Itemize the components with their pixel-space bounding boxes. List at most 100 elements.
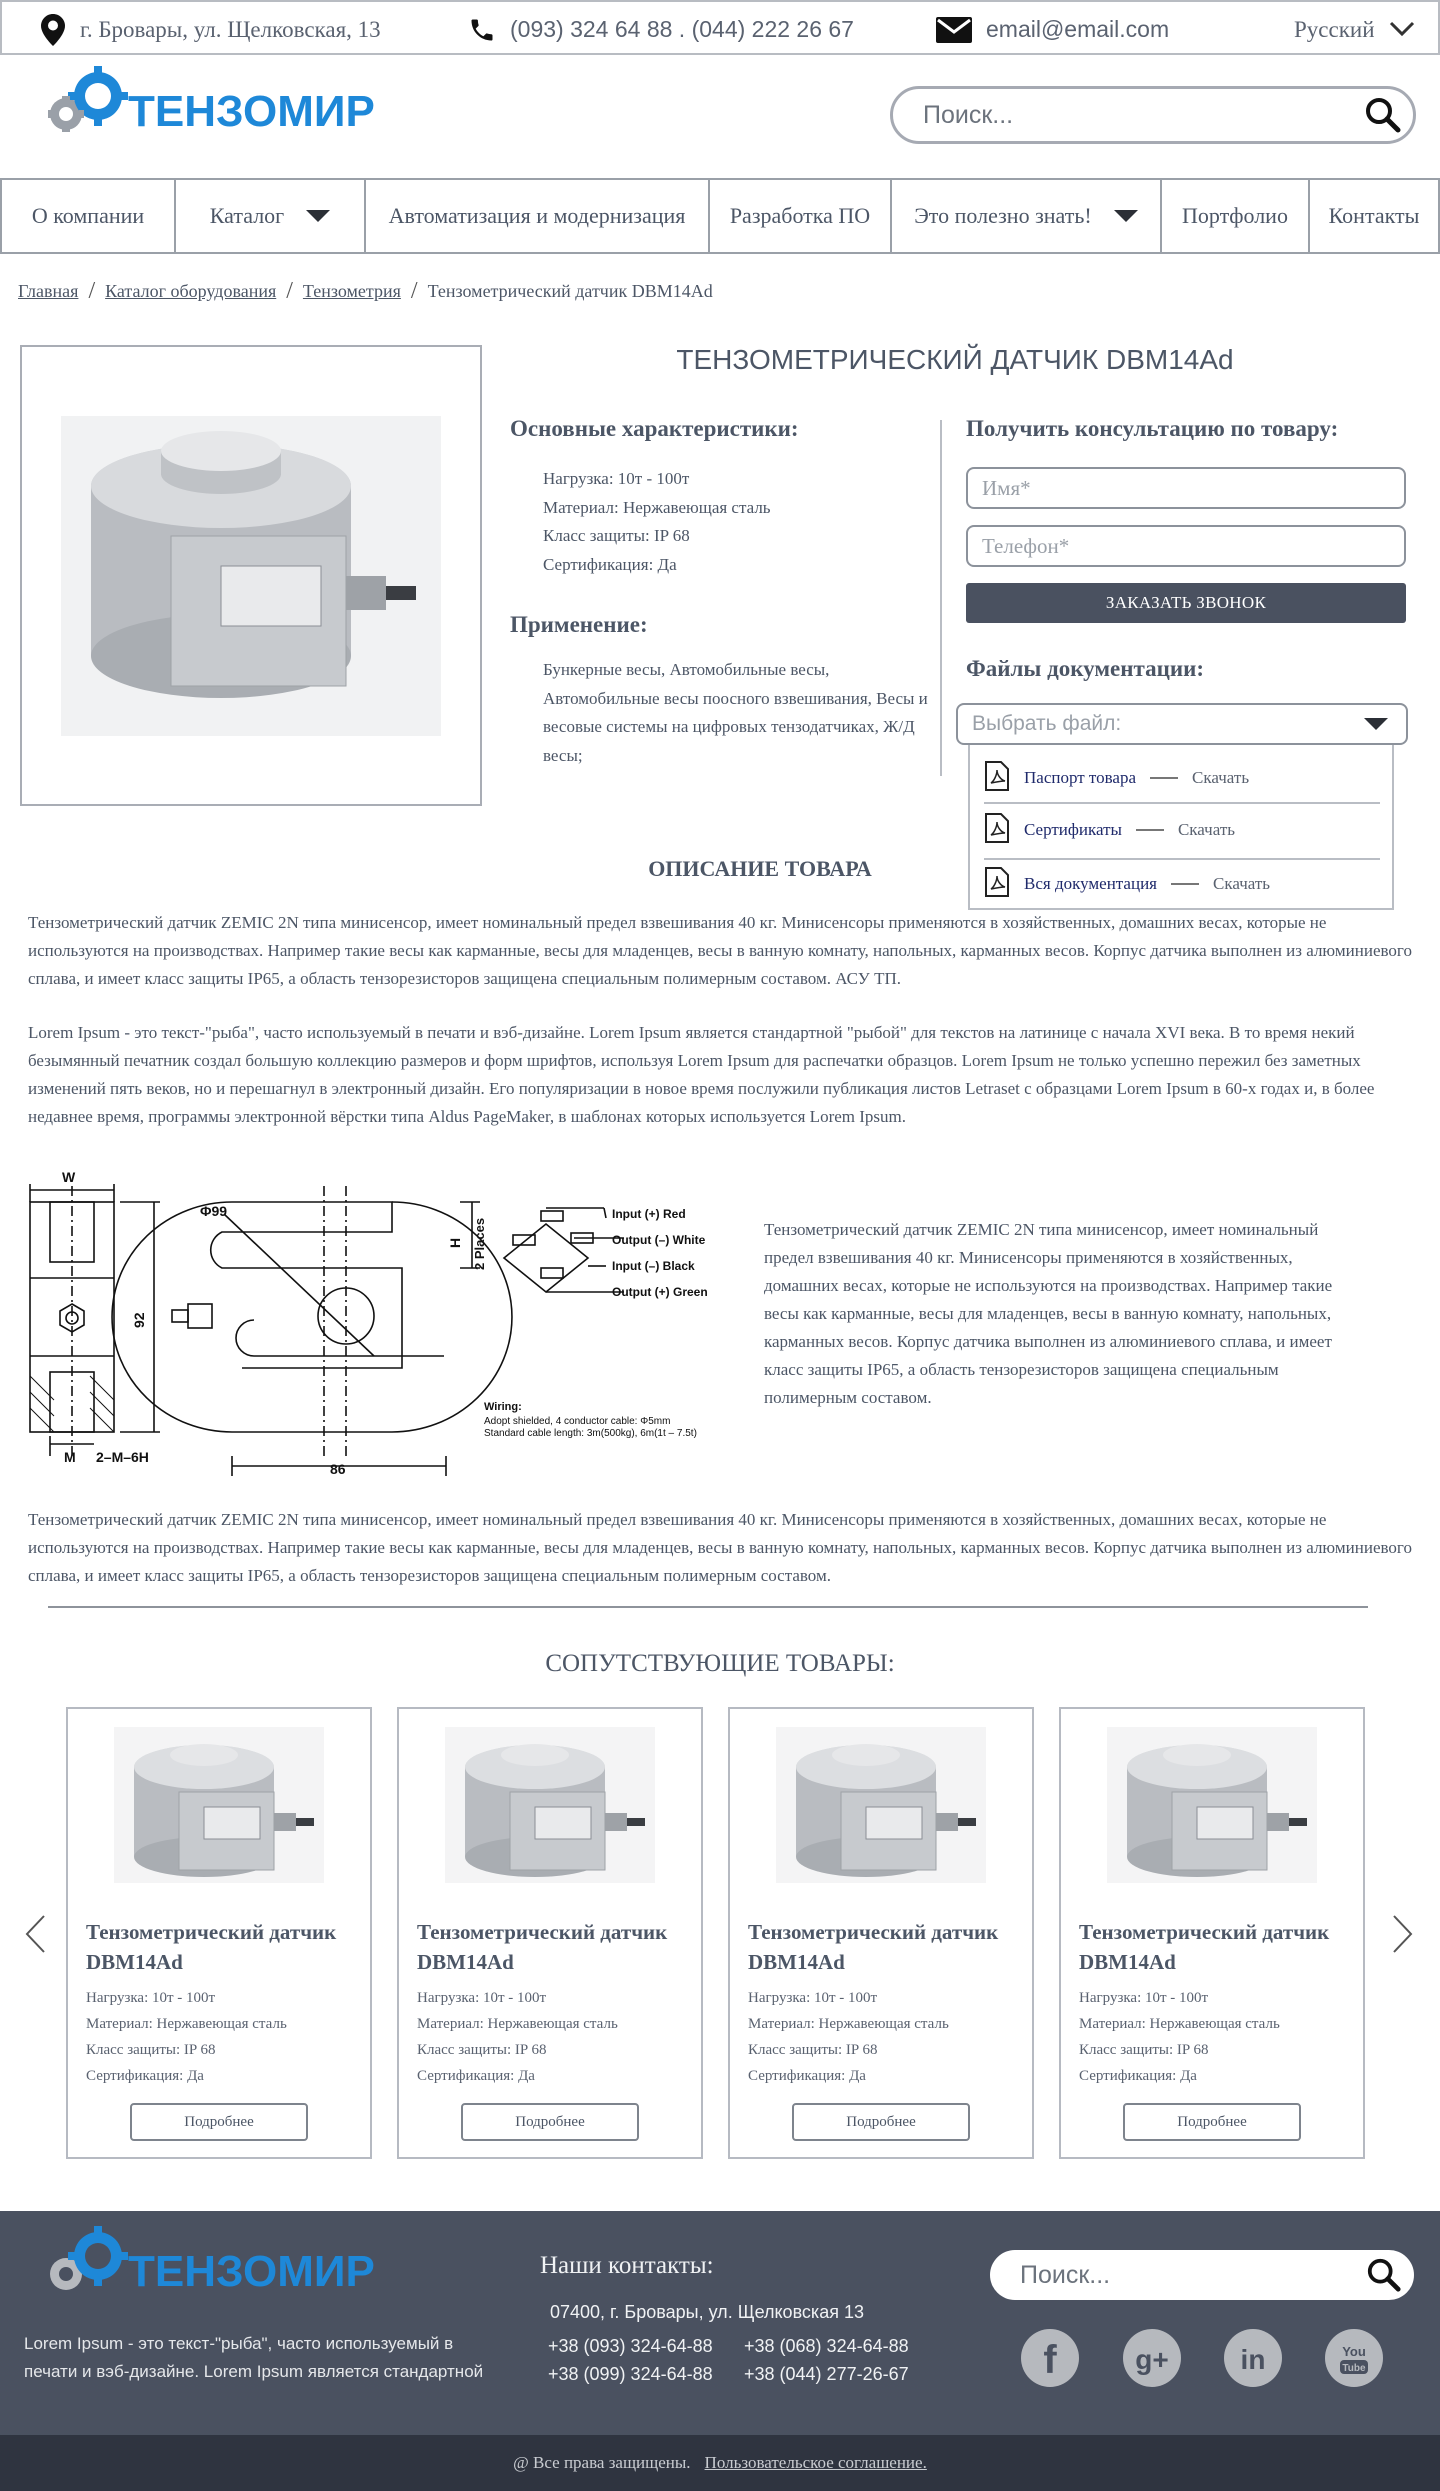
card-image[interactable]: [439, 1725, 661, 1885]
email-link[interactable]: email@email.com: [986, 16, 1169, 43]
load-cell-image: [61, 415, 441, 736]
user-agreement-link[interactable]: Пользовательское соглашение.: [705, 2453, 927, 2473]
card-spec: Сертификация: Да: [417, 2068, 535, 2084]
product-card[interactable]: Тензометрический датчик DBM14Ad Нагрузка:…: [1059, 1707, 1365, 2159]
nav-item-portfolio[interactable]: Портфолио: [1162, 180, 1310, 252]
wiring-line: Standard cable length: 3m(500kg), 6m(1t …: [484, 1428, 697, 1439]
list-divider: [984, 802, 1380, 804]
pdf-icon: [984, 812, 1010, 848]
nav-item-contacts[interactable]: Контакты: [1310, 180, 1438, 252]
order-call-button[interactable]: ЗАКАЗАТЬ ЗВОНОК: [966, 583, 1406, 623]
details-button[interactable]: Подробнее: [130, 2103, 308, 2141]
specs-list: Нагрузка: 10т - 100т Материал: Нержавеющ…: [543, 465, 771, 579]
breadcrumb-catalog[interactable]: Каталог оборудования: [105, 281, 276, 302]
card-specs: Нагрузка: 10т - 100т Материал: Нержавеющ…: [86, 1985, 287, 2089]
nav-label: Портфолио: [1182, 203, 1288, 228]
nav-item-about[interactable]: О компании: [2, 180, 176, 252]
nav-item-automation[interactable]: Автоматизация и модернизация: [366, 180, 710, 252]
name-field[interactable]: Имя*: [966, 467, 1406, 509]
linkedin-icon[interactable]: in: [1224, 2329, 1282, 2387]
dim-86: 86: [330, 1461, 346, 1477]
file-row[interactable]: Сертификаты Скачать: [984, 805, 1380, 855]
dim-92: 92: [131, 1312, 147, 1328]
dim-m: M: [64, 1449, 76, 1465]
dim-places: 2 Places: [472, 1218, 487, 1270]
consult-heading: Получить консультацию по товару:: [966, 416, 1339, 441]
header-search[interactable]: Поиск...: [890, 86, 1416, 144]
search-icon[interactable]: [1353, 96, 1413, 134]
phones-item: (093) 324 64 88 . (044) 222 26 67: [468, 2, 854, 57]
facebook-icon[interactable]: f: [1021, 2329, 1079, 2387]
card-spec: Нагрузка: 10т - 100т: [417, 1990, 547, 2006]
file-name[interactable]: Паспорт товара: [1024, 768, 1136, 788]
product-card[interactable]: Тензометрический датчик DBM14Ad Нагрузка:…: [728, 1707, 1034, 2159]
download-link[interactable]: Скачать: [1192, 768, 1249, 788]
card-title[interactable]: Тензометрический датчик DBM14Ad: [86, 1917, 366, 1977]
phones-text[interactable]: (093) 324 64 88 . (044) 222 26 67: [510, 16, 854, 43]
footer-phone[interactable]: +38 (044) 277-26-67: [744, 2364, 909, 2385]
svg-text:Tube: Tube: [1342, 2363, 1366, 2374]
search-icon[interactable]: [1354, 2257, 1414, 2293]
details-button[interactable]: Подробнее: [461, 2103, 639, 2141]
card-spec: Сертификация: Да: [86, 2068, 204, 2084]
product-card[interactable]: Тензометрический датчик DBM14Ad Нагрузка:…: [66, 1707, 372, 2159]
details-button[interactable]: Подробнее: [1123, 2103, 1301, 2141]
breadcrumb-home[interactable]: Главная: [18, 281, 78, 302]
svg-text:f: f: [1043, 2338, 1057, 2382]
nav-label: Каталог: [209, 203, 285, 228]
address-item: г. Бровары, ул. Щелковская, 13: [40, 2, 381, 57]
vertical-divider: [940, 420, 942, 776]
logo-text: ТЕНЗОМИР: [128, 87, 375, 136]
carousel-next-arrow[interactable]: [1388, 1914, 1418, 1954]
breadcrumb-tensometry[interactable]: Тензометрия: [303, 281, 401, 302]
phone-field[interactable]: Телефон*: [966, 525, 1406, 567]
nav-item-useful[interactable]: Это полезно знать!: [892, 180, 1162, 252]
carousel-prev-arrow[interactable]: [20, 1914, 50, 1954]
footer-search[interactable]: Поиск...: [990, 2250, 1414, 2300]
youtube-icon[interactable]: You Tube: [1325, 2329, 1383, 2387]
card-title[interactable]: Тензометрический датчик DBM14Ad: [748, 1917, 1028, 1977]
wire-label: Input (–) Black: [612, 1259, 695, 1273]
description-paragraph-2: Lorem Ipsum - это текст-"рыба", часто ис…: [28, 1023, 1375, 1126]
description-title: ОПИСАНИЕ ТОВАРА: [648, 856, 872, 881]
product-card[interactable]: Тензометрический датчик DBM14Ad Нагрузка:…: [397, 1707, 703, 2159]
language-selector[interactable]: Русский: [1294, 2, 1415, 57]
search-input[interactable]: Поиск...: [923, 101, 1353, 130]
footer-logo[interactable]: ТЕНЗОМИР: [38, 2224, 378, 2304]
file-row[interactable]: Паспорт товара Скачать: [984, 753, 1380, 803]
footer-phone[interactable]: +38 (093) 324-64-88: [548, 2336, 713, 2357]
card-title-line: Тензометрический датчик: [1079, 1920, 1330, 1944]
nav-item-software[interactable]: Разработка ПО: [710, 180, 892, 252]
footer-search-input[interactable]: Поиск...: [1020, 2261, 1354, 2290]
google-plus-icon[interactable]: g+: [1123, 2329, 1181, 2387]
phone-icon: [468, 16, 496, 44]
top-bar: г. Бровары, ул. Щелковская, 13 (093) 324…: [0, 0, 1440, 55]
details-button[interactable]: Подробнее: [792, 2103, 970, 2141]
section-divider: [48, 1606, 1368, 1608]
breadcrumb-current: Тензометрический датчик DBM14Ad: [427, 281, 713, 301]
nav-item-catalog[interactable]: Каталог: [176, 180, 366, 252]
download-link[interactable]: Скачать: [1178, 820, 1235, 840]
dropdown-arrow-icon: [1364, 718, 1388, 730]
card-title[interactable]: Тензометрический датчик DBM14Ad: [417, 1917, 697, 1977]
footer-phone[interactable]: +38 (068) 324-64-88: [744, 2336, 909, 2357]
card-title-line: DBM14Ad: [86, 1950, 183, 1974]
file-name[interactable]: Сертификаты: [1024, 820, 1122, 840]
card-spec: Нагрузка: 10т - 100т: [748, 1990, 878, 2006]
file-select[interactable]: Выбрать файл:: [956, 703, 1408, 745]
product-image[interactable]: [20, 345, 482, 806]
nav-label: Разработка ПО: [729, 203, 871, 228]
gear-icon: [50, 2226, 128, 2290]
card-image[interactable]: [1101, 1725, 1323, 1885]
nav-label: О компании: [31, 203, 145, 228]
card-image[interactable]: [770, 1725, 992, 1885]
spec-item: Нагрузка: 10т - 100т: [543, 469, 690, 488]
site-logo[interactable]: ТЕНЗОМИР: [38, 64, 378, 144]
card-title[interactable]: Тензометрический датчик DBM14Ad: [1079, 1917, 1359, 1977]
card-image[interactable]: [108, 1725, 330, 1885]
footer-address: 07400, г. Бровары, ул. Щелковская 13: [550, 2302, 864, 2322]
footer-phone[interactable]: +38 (099) 324-64-88: [548, 2364, 713, 2385]
dim-h: H: [447, 1238, 463, 1248]
dropdown-arrow-icon: [1113, 210, 1138, 222]
main-nav: О компании Каталог Автоматизация и модер…: [0, 178, 1440, 254]
